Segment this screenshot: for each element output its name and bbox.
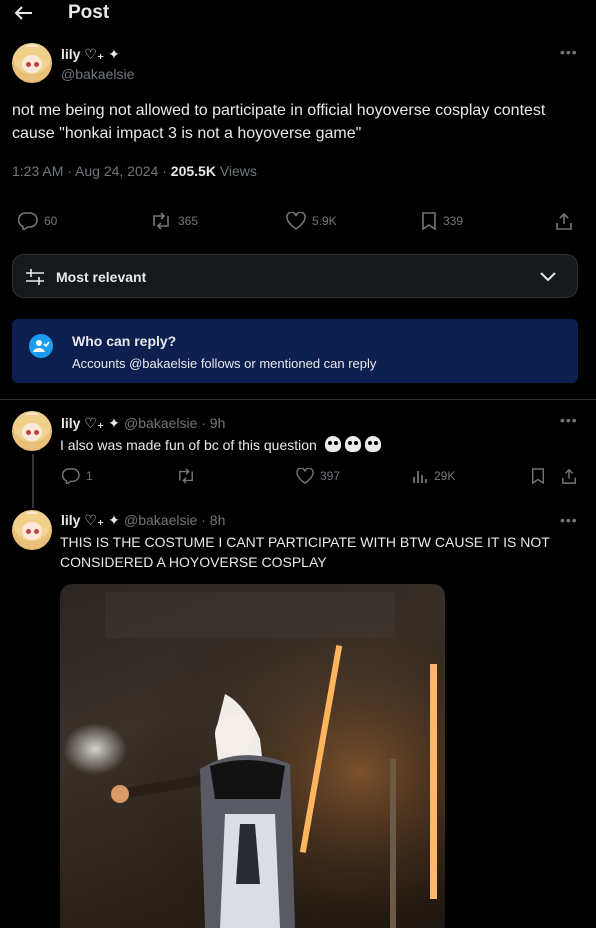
more-icon[interactable]: ••• (560, 44, 578, 60)
divider (0, 399, 596, 400)
reply-author-name[interactable]: lily ♡₊ ✦ (61, 512, 120, 529)
views-button[interactable]: 29K (412, 468, 455, 484)
like-icon (296, 468, 314, 484)
views-count: 205.5K (170, 163, 216, 179)
sort-dropdown[interactable]: Most relevant (12, 254, 578, 298)
like-count: 397 (320, 469, 341, 483)
views-count: 29K (434, 469, 456, 483)
sort-label: Most relevant (56, 269, 147, 285)
who-can-reply-text: Accounts @bakaelsie follows or mentioned… (72, 356, 377, 371)
reply-count: 1 (86, 469, 93, 483)
like-count: 5.9K (312, 214, 337, 228)
post-text: not me being not allowed to participate … (12, 102, 546, 142)
like-button[interactable]: 397 (296, 468, 340, 484)
views-label: Views (215, 163, 257, 179)
reply-text: I also was made fun of bc of this questi… (60, 435, 381, 455)
author-handle[interactable]: @bakaelsie (61, 66, 134, 82)
views-icon (413, 471, 427, 483)
repost-button[interactable]: 365 (150, 212, 198, 230)
repost-icon (153, 212, 169, 230)
bookmark-button[interactable]: 339 (421, 212, 463, 230)
reply-author-name[interactable]: lily ♡₊ ✦ (61, 415, 120, 432)
reply-handle[interactable]: @bakaelsie · 9h (124, 415, 225, 431)
author-name[interactable]: lily ♡₊ ✦ (61, 46, 120, 63)
like-button[interactable]: 5.9K (286, 212, 337, 230)
reply-count: 60 (44, 214, 58, 228)
attached-photo[interactable] (60, 584, 445, 928)
page-title: Post (68, 2, 110, 23)
reply-button[interactable]: 1 (62, 468, 93, 484)
repost-count: 365 (178, 214, 199, 228)
back-arrow-icon[interactable] (12, 4, 34, 22)
chevron-down-icon (540, 272, 556, 282)
bookmark-button[interactable] (531, 468, 545, 484)
share-icon (562, 468, 576, 484)
reply-text: THIS IS THE COSTUME I CANT PARTICIPATE W… (60, 534, 550, 570)
more-icon[interactable]: ••• (560, 512, 578, 528)
mention-icon (29, 334, 53, 358)
bookmark-icon (422, 212, 436, 230)
skull-icon (324, 436, 341, 452)
top-bar: Post (0, 0, 596, 28)
reply-button[interactable]: 60 (18, 212, 57, 230)
sort-icon (26, 269, 44, 285)
avatar[interactable] (12, 411, 52, 451)
share-button[interactable] (555, 212, 573, 230)
repost-icon (179, 468, 193, 484)
reply-icon (18, 212, 38, 230)
share-icon (556, 212, 572, 230)
who-can-reply-title: Who can reply? (72, 333, 177, 349)
reply-text-content: I also was made fun of bc of this questi… (60, 437, 317, 453)
like-icon (286, 212, 306, 230)
reply-handle[interactable]: @bakaelsie · 8h (124, 512, 225, 528)
share-button[interactable] (561, 468, 577, 484)
post-meta: 1:23 AM · Aug 24, 2024 · 205.5K Views (12, 163, 257, 179)
reply-icon (62, 468, 80, 484)
bookmark-icon (532, 468, 544, 484)
thread-line (32, 454, 34, 508)
skull-icon (344, 436, 361, 452)
skull-icon (364, 436, 381, 452)
post-time[interactable]: 1:23 AM · Aug 24, 2024 · (12, 163, 171, 179)
who-can-reply-banner: Who can reply? Accounts @bakaelsie follo… (12, 319, 578, 383)
more-icon[interactable]: ••• (560, 412, 578, 428)
repost-button[interactable] (176, 468, 202, 484)
avatar[interactable] (12, 510, 52, 550)
bookmark-count: 339 (443, 214, 464, 228)
avatar[interactable] (12, 43, 52, 83)
